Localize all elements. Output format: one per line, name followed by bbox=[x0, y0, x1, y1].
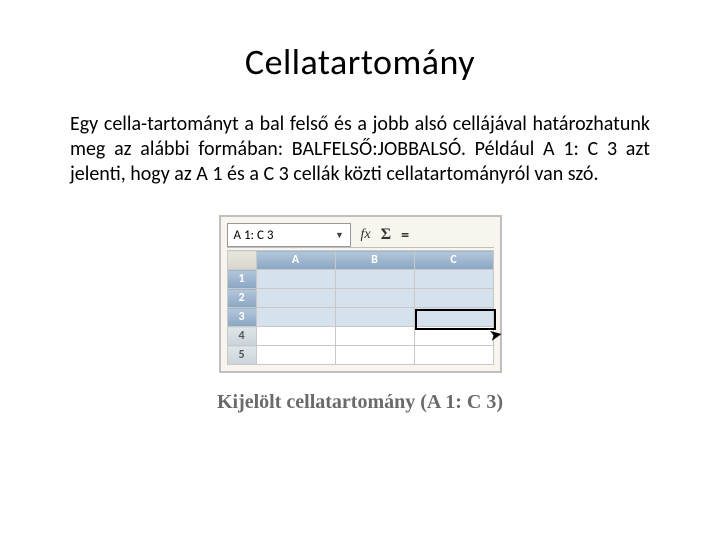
cell-B1[interactable] bbox=[335, 270, 414, 289]
col-header-C[interactable]: C bbox=[414, 251, 493, 270]
cell-B3[interactable] bbox=[335, 308, 414, 327]
cell-A5[interactable] bbox=[256, 346, 335, 365]
cell-B5[interactable] bbox=[335, 346, 414, 365]
cell-B2[interactable] bbox=[335, 289, 414, 308]
cell-B4[interactable] bbox=[335, 327, 414, 346]
row-header-3[interactable]: 3 bbox=[227, 308, 256, 327]
name-box[interactable]: A 1: C 3 ▼ bbox=[227, 223, 351, 247]
slide-title: Cellatartomány bbox=[70, 40, 650, 84]
spreadsheet-screenshot: A 1: C 3 ▼ fx Σ = ABC 12345 ➤ bbox=[219, 215, 502, 373]
cell-C4[interactable] bbox=[414, 327, 493, 346]
cell-A2[interactable] bbox=[256, 289, 335, 308]
row-header-5[interactable]: 5 bbox=[227, 346, 256, 365]
cell-C5[interactable] bbox=[414, 346, 493, 365]
figure-caption: Kijelölt cellatartomány (A 1: C 3) bbox=[70, 391, 650, 414]
row-header-4[interactable]: 4 bbox=[227, 327, 256, 346]
cell-A1[interactable] bbox=[256, 270, 335, 289]
fx-icon[interactable]: fx bbox=[361, 227, 371, 243]
cell-C2[interactable] bbox=[414, 289, 493, 308]
col-header-A[interactable]: A bbox=[256, 251, 335, 270]
col-header-B[interactable]: B bbox=[335, 251, 414, 270]
row-header-2[interactable]: 2 bbox=[227, 289, 256, 308]
formula-bar: A 1: C 3 ▼ fx Σ = bbox=[227, 223, 494, 248]
select-all-corner[interactable] bbox=[227, 251, 256, 270]
sigma-icon[interactable]: Σ bbox=[381, 226, 391, 244]
row-header-1[interactable]: 1 bbox=[227, 270, 256, 289]
figure: A 1: C 3 ▼ fx Σ = ABC 12345 ➤ Kijelölt ce… bbox=[70, 215, 650, 414]
spreadsheet-grid[interactable]: ABC 12345 bbox=[227, 250, 494, 365]
slide-body-text: Egy cella-tartományt a bal felső és a jo… bbox=[70, 112, 650, 187]
mouse-cursor-icon: ➤ bbox=[487, 323, 504, 345]
name-box-dropdown-icon[interactable]: ▼ bbox=[332, 225, 348, 245]
cell-A4[interactable] bbox=[256, 327, 335, 346]
cell-A3[interactable] bbox=[256, 308, 335, 327]
name-box-value: A 1: C 3 bbox=[234, 228, 274, 243]
equals-icon[interactable]: = bbox=[401, 226, 409, 245]
slide: Cellatartomány Egy cella-tartományt a ba… bbox=[0, 0, 720, 414]
cell-C3[interactable] bbox=[414, 308, 493, 327]
cell-C1[interactable] bbox=[414, 270, 493, 289]
